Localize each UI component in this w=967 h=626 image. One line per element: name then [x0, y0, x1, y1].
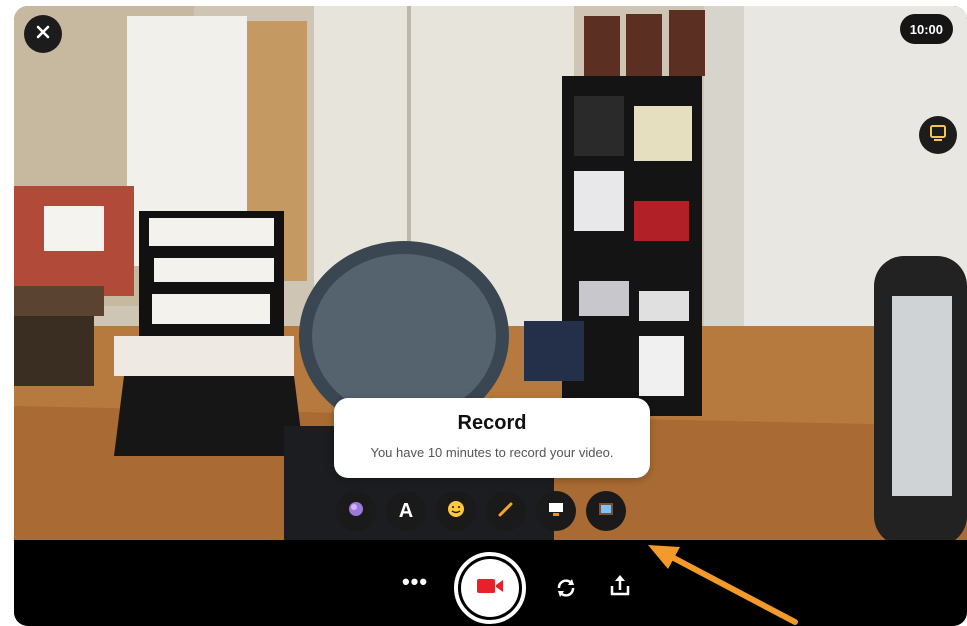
record-button-inner: [461, 559, 519, 617]
video-camera-icon: [476, 577, 504, 600]
text-icon: A: [398, 499, 414, 522]
whiteboard-icon: [928, 123, 948, 148]
pen-button[interactable]: [486, 491, 526, 531]
share-icon: [606, 575, 634, 604]
frame-button[interactable]: [586, 491, 626, 531]
share-button[interactable]: [606, 572, 634, 600]
pen-icon: [496, 499, 516, 524]
bottom-controls: •••: [14, 540, 967, 626]
timer-badge: 10:00: [899, 14, 953, 44]
board-icon: [546, 499, 566, 524]
timer-label: 10:00: [909, 21, 943, 37]
tooltip-title: Record: [457, 412, 527, 434]
smiley-icon: [446, 499, 466, 524]
frame-icon: [596, 499, 616, 524]
camera-preview: 10:00 Record You have 10 minutes to reco…: [14, 6, 967, 540]
more-icon: •••: [401, 569, 429, 594]
lens-button[interactable]: [336, 491, 376, 531]
record-button[interactable]: [454, 552, 526, 624]
lens-icon: [346, 499, 366, 524]
more-options-button[interactable]: •••: [400, 569, 430, 594]
camera-window: 10:00 Record You have 10 minutes to reco…: [14, 6, 967, 626]
tooltip-text: You have 10 minutes to record your video…: [370, 445, 614, 460]
sticker-button[interactable]: [436, 491, 476, 531]
effects-toolbar: A: [336, 491, 626, 533]
record-tooltip: Record You have 10 minutes to record you…: [334, 398, 650, 478]
text-button[interactable]: A: [386, 491, 426, 531]
close-button[interactable]: [24, 15, 62, 53]
whiteboard-button[interactable]: [919, 116, 957, 154]
board-button[interactable]: [536, 491, 576, 531]
flip-camera-button[interactable]: [552, 574, 580, 602]
flip-camera-icon: [552, 579, 580, 606]
close-icon: [35, 24, 51, 45]
